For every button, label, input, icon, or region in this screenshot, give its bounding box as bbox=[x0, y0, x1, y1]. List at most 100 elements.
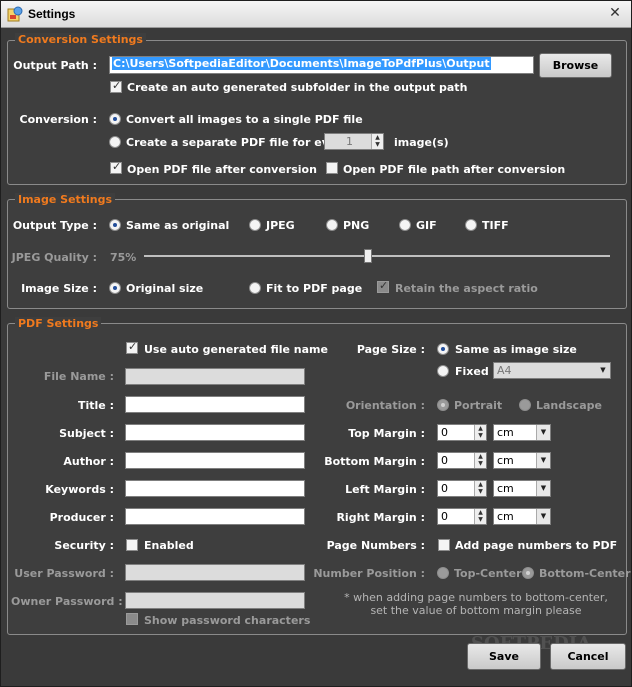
top-margin-unit-select[interactable]: cm ▼ bbox=[493, 424, 551, 441]
slider-track[interactable] bbox=[144, 255, 610, 257]
output-path-input[interactable]: C:\Users\SoftpediaEditor\Documents\Image… bbox=[109, 56, 534, 74]
subject-label: Subject : bbox=[59, 427, 114, 440]
top-margin-stepper[interactable]: 0 ▲ ▼ bbox=[437, 424, 487, 441]
page-size-label: Page Size : bbox=[356, 343, 425, 356]
note-line-2: set the value of bottom margin please bbox=[370, 604, 582, 617]
type-label-same: Same as original bbox=[126, 219, 230, 232]
landscape-radio[interactable] bbox=[519, 399, 531, 411]
author-input[interactable] bbox=[125, 452, 305, 469]
right-margin-stepper[interactable]: 0 ▲ ▼ bbox=[437, 508, 487, 525]
output-type-label: Output Type : bbox=[12, 219, 97, 232]
show-password-checkbox[interactable] bbox=[126, 613, 138, 625]
bottom-center-radio[interactable] bbox=[522, 567, 534, 579]
cancel-button[interactable]: Cancel bbox=[550, 643, 626, 670]
type-radio-tiff[interactable] bbox=[465, 219, 477, 231]
left-margin-label: Left Margin : bbox=[345, 483, 425, 496]
image-settings-legend: Image Settings bbox=[15, 193, 116, 206]
output-path-value: C:\Users\SoftpediaEditor\Documents\Image… bbox=[112, 57, 491, 70]
auto-subfolder-checkbox[interactable] bbox=[110, 79, 122, 93]
chevron-down-icon[interactable]: ▼ bbox=[536, 425, 550, 440]
top-margin-label: Top Margin : bbox=[348, 427, 425, 440]
producer-label: Producer : bbox=[49, 511, 114, 524]
slider-thumb[interactable] bbox=[363, 249, 372, 263]
page-numbers-label: Page Numbers : bbox=[326, 539, 425, 552]
jpeg-quality-value: 75% bbox=[110, 251, 137, 264]
original-size-radio[interactable] bbox=[109, 282, 121, 294]
single-pdf-radio[interactable] bbox=[109, 113, 121, 125]
keywords-label: Keywords : bbox=[45, 483, 114, 496]
type-radio-png[interactable] bbox=[326, 219, 338, 231]
security-enabled-label: Enabled bbox=[144, 539, 194, 552]
stepper-arrows-icon[interactable]: ▲ ▼ bbox=[474, 425, 486, 440]
portrait-label: Portrait bbox=[454, 399, 503, 412]
type-radio-gif[interactable] bbox=[399, 219, 411, 231]
jpeg-quality-label: JPEG Quality : bbox=[11, 251, 97, 264]
owner-password-label: Owner Password : bbox=[11, 595, 123, 608]
original-size-label: Original size bbox=[126, 282, 204, 295]
fixed-size-label: Fixed bbox=[455, 365, 489, 378]
bottom-margin-unit-select[interactable]: cm ▼ bbox=[493, 452, 551, 469]
type-label-png: PNG bbox=[343, 219, 370, 232]
close-icon[interactable]: ✕ bbox=[607, 5, 623, 21]
retain-ratio-label: Retain the aspect ratio bbox=[395, 282, 538, 295]
producer-input[interactable] bbox=[125, 508, 305, 525]
left-margin-unit: cm bbox=[497, 482, 514, 495]
images-per-pdf-stepper[interactable]: 1 ▲ ▼ bbox=[324, 133, 384, 150]
separate-pdf-label: Create a separate PDF file for every bbox=[126, 136, 349, 149]
bottom-margin-stepper[interactable]: 0 ▲ ▼ bbox=[437, 452, 487, 469]
type-label-gif: GIF bbox=[416, 219, 437, 232]
stepper-arrows-icon[interactable]: ▲ ▼ bbox=[474, 453, 486, 468]
stepper-arrows-icon[interactable]: ▲ ▼ bbox=[474, 509, 486, 524]
type-radio-same[interactable] bbox=[109, 219, 121, 231]
right-margin-unit: cm bbox=[497, 510, 514, 523]
chevron-down-icon[interactable]: ▼ bbox=[536, 481, 550, 496]
single-pdf-label: Convert all images to a single PDF file bbox=[126, 113, 363, 126]
left-margin-unit-select[interactable]: cm ▼ bbox=[493, 480, 551, 497]
open-path-checkbox[interactable] bbox=[326, 162, 338, 174]
fixed-size-select[interactable]: A4 ▼ bbox=[493, 362, 611, 379]
security-enabled-checkbox[interactable] bbox=[126, 539, 138, 551]
bottom-margin-value: 0 bbox=[441, 454, 448, 467]
same-as-image-radio[interactable] bbox=[437, 343, 449, 355]
retain-ratio-checkbox[interactable] bbox=[377, 279, 389, 293]
open-pdf-checkbox[interactable] bbox=[110, 160, 122, 174]
type-radio-jpeg[interactable] bbox=[249, 219, 261, 231]
images-suffix-label: image(s) bbox=[394, 136, 449, 149]
right-margin-unit-select[interactable]: cm ▼ bbox=[493, 508, 551, 525]
add-page-numbers-checkbox[interactable] bbox=[438, 539, 450, 551]
settings-window: Settings ✕ Conversion Settings Output Pa… bbox=[0, 0, 632, 687]
owner-password-input[interactable] bbox=[125, 592, 305, 609]
save-button[interactable]: Save bbox=[467, 643, 541, 670]
type-label-tiff: TIFF bbox=[482, 219, 509, 232]
image-size-label: Image Size : bbox=[21, 282, 97, 295]
show-password-label: Show password characters bbox=[144, 614, 311, 627]
user-password-input[interactable] bbox=[125, 564, 305, 581]
chevron-down-icon[interactable]: ▼ bbox=[596, 363, 610, 378]
keywords-input[interactable] bbox=[125, 480, 305, 497]
fixed-size-radio[interactable] bbox=[437, 365, 449, 377]
chevron-down-icon[interactable]: ▼ bbox=[536, 509, 550, 524]
top-margin-value: 0 bbox=[441, 426, 448, 439]
bottom-center-label: Bottom-Center bbox=[539, 567, 631, 580]
right-margin-label: Right Margin : bbox=[336, 511, 425, 524]
page-number-note: * when adding page numbers to bottom-cen… bbox=[331, 591, 621, 617]
bottom-margin-label: Bottom Margin : bbox=[324, 455, 425, 468]
portrait-radio[interactable] bbox=[437, 399, 449, 411]
fixed-size-value: A4 bbox=[497, 364, 512, 377]
auto-name-checkbox[interactable] bbox=[126, 340, 138, 354]
separate-pdf-radio[interactable] bbox=[109, 136, 121, 148]
output-path-label: Output Path : bbox=[13, 59, 97, 72]
subject-input[interactable] bbox=[125, 424, 305, 441]
fit-page-radio[interactable] bbox=[249, 282, 261, 294]
browse-button[interactable]: Browse bbox=[539, 53, 612, 78]
chevron-down-icon[interactable]: ▼ bbox=[536, 453, 550, 468]
stepper-arrows-icon[interactable]: ▲ ▼ bbox=[474, 481, 486, 496]
stepper-arrows-icon[interactable]: ▲ ▼ bbox=[371, 134, 383, 149]
auto-subfolder-label: Create an auto generated subfolder in th… bbox=[127, 81, 468, 94]
file-name-input[interactable] bbox=[125, 368, 305, 385]
title-input[interactable] bbox=[125, 396, 305, 413]
conversion-settings-legend: Conversion Settings bbox=[15, 33, 146, 46]
top-center-radio[interactable] bbox=[437, 567, 449, 579]
left-margin-stepper[interactable]: 0 ▲ ▼ bbox=[437, 480, 487, 497]
note-line-1: * when adding page numbers to bottom-cen… bbox=[344, 591, 608, 604]
